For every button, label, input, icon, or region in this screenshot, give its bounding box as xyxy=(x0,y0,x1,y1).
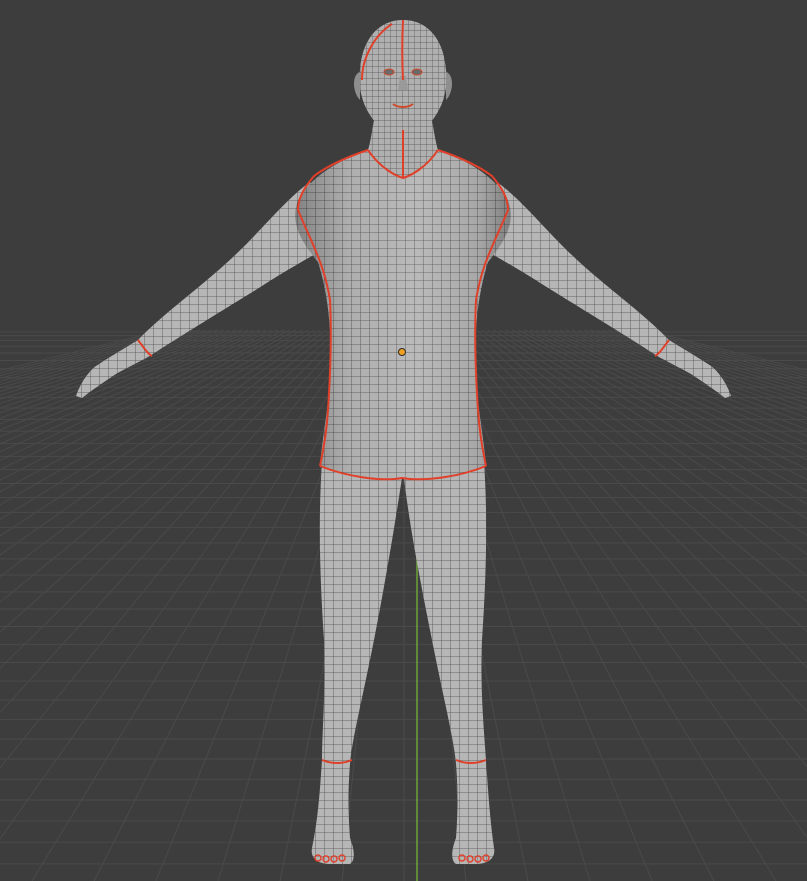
grid-line xyxy=(0,329,267,445)
grid-line xyxy=(595,329,807,396)
grid-line xyxy=(0,329,225,404)
grid-line xyxy=(0,329,219,400)
grid-line xyxy=(0,329,255,431)
grid-line xyxy=(541,329,807,444)
grid-line xyxy=(0,329,363,840)
grid-line xyxy=(583,329,807,404)
grid-line xyxy=(529,329,807,461)
grid-line xyxy=(0,329,279,461)
grid-line xyxy=(571,329,807,414)
grid-line xyxy=(0,329,183,379)
grid-line xyxy=(631,329,807,376)
grid-line xyxy=(0,329,285,471)
grid-line xyxy=(0,329,339,634)
grid-line xyxy=(31,329,369,881)
grid-line xyxy=(589,329,807,400)
grid-line xyxy=(0,329,351,714)
torso-shading xyxy=(295,150,511,480)
grid-line xyxy=(0,329,315,537)
viewport-canvas[interactable] xyxy=(0,0,807,881)
grid-line xyxy=(0,329,249,425)
grid-line xyxy=(601,329,807,392)
3d-viewport[interactable] xyxy=(0,0,807,881)
grid-line xyxy=(505,329,807,505)
object-origin[interactable] xyxy=(398,348,406,356)
grid-line xyxy=(463,329,807,669)
grid-line xyxy=(0,329,213,396)
grid-line xyxy=(0,329,345,670)
grid-line xyxy=(481,329,807,577)
left-ear-mesh xyxy=(354,72,360,100)
grid-line xyxy=(499,329,807,520)
grid-line xyxy=(493,329,807,536)
grid-line xyxy=(445,329,807,839)
grid-line xyxy=(565,329,807,419)
grid-line xyxy=(487,329,807,555)
right-ear-mesh xyxy=(446,72,452,100)
grid-line xyxy=(469,329,807,633)
right-eye xyxy=(411,68,423,76)
grid-line xyxy=(439,329,777,881)
grid-line xyxy=(0,329,237,414)
grid-line xyxy=(0,329,309,520)
left-eye xyxy=(383,68,395,76)
grid-line xyxy=(559,329,807,425)
grid-line xyxy=(625,329,807,379)
grid-line xyxy=(457,329,807,713)
grid-line xyxy=(0,329,327,578)
grid-line xyxy=(0,329,243,419)
